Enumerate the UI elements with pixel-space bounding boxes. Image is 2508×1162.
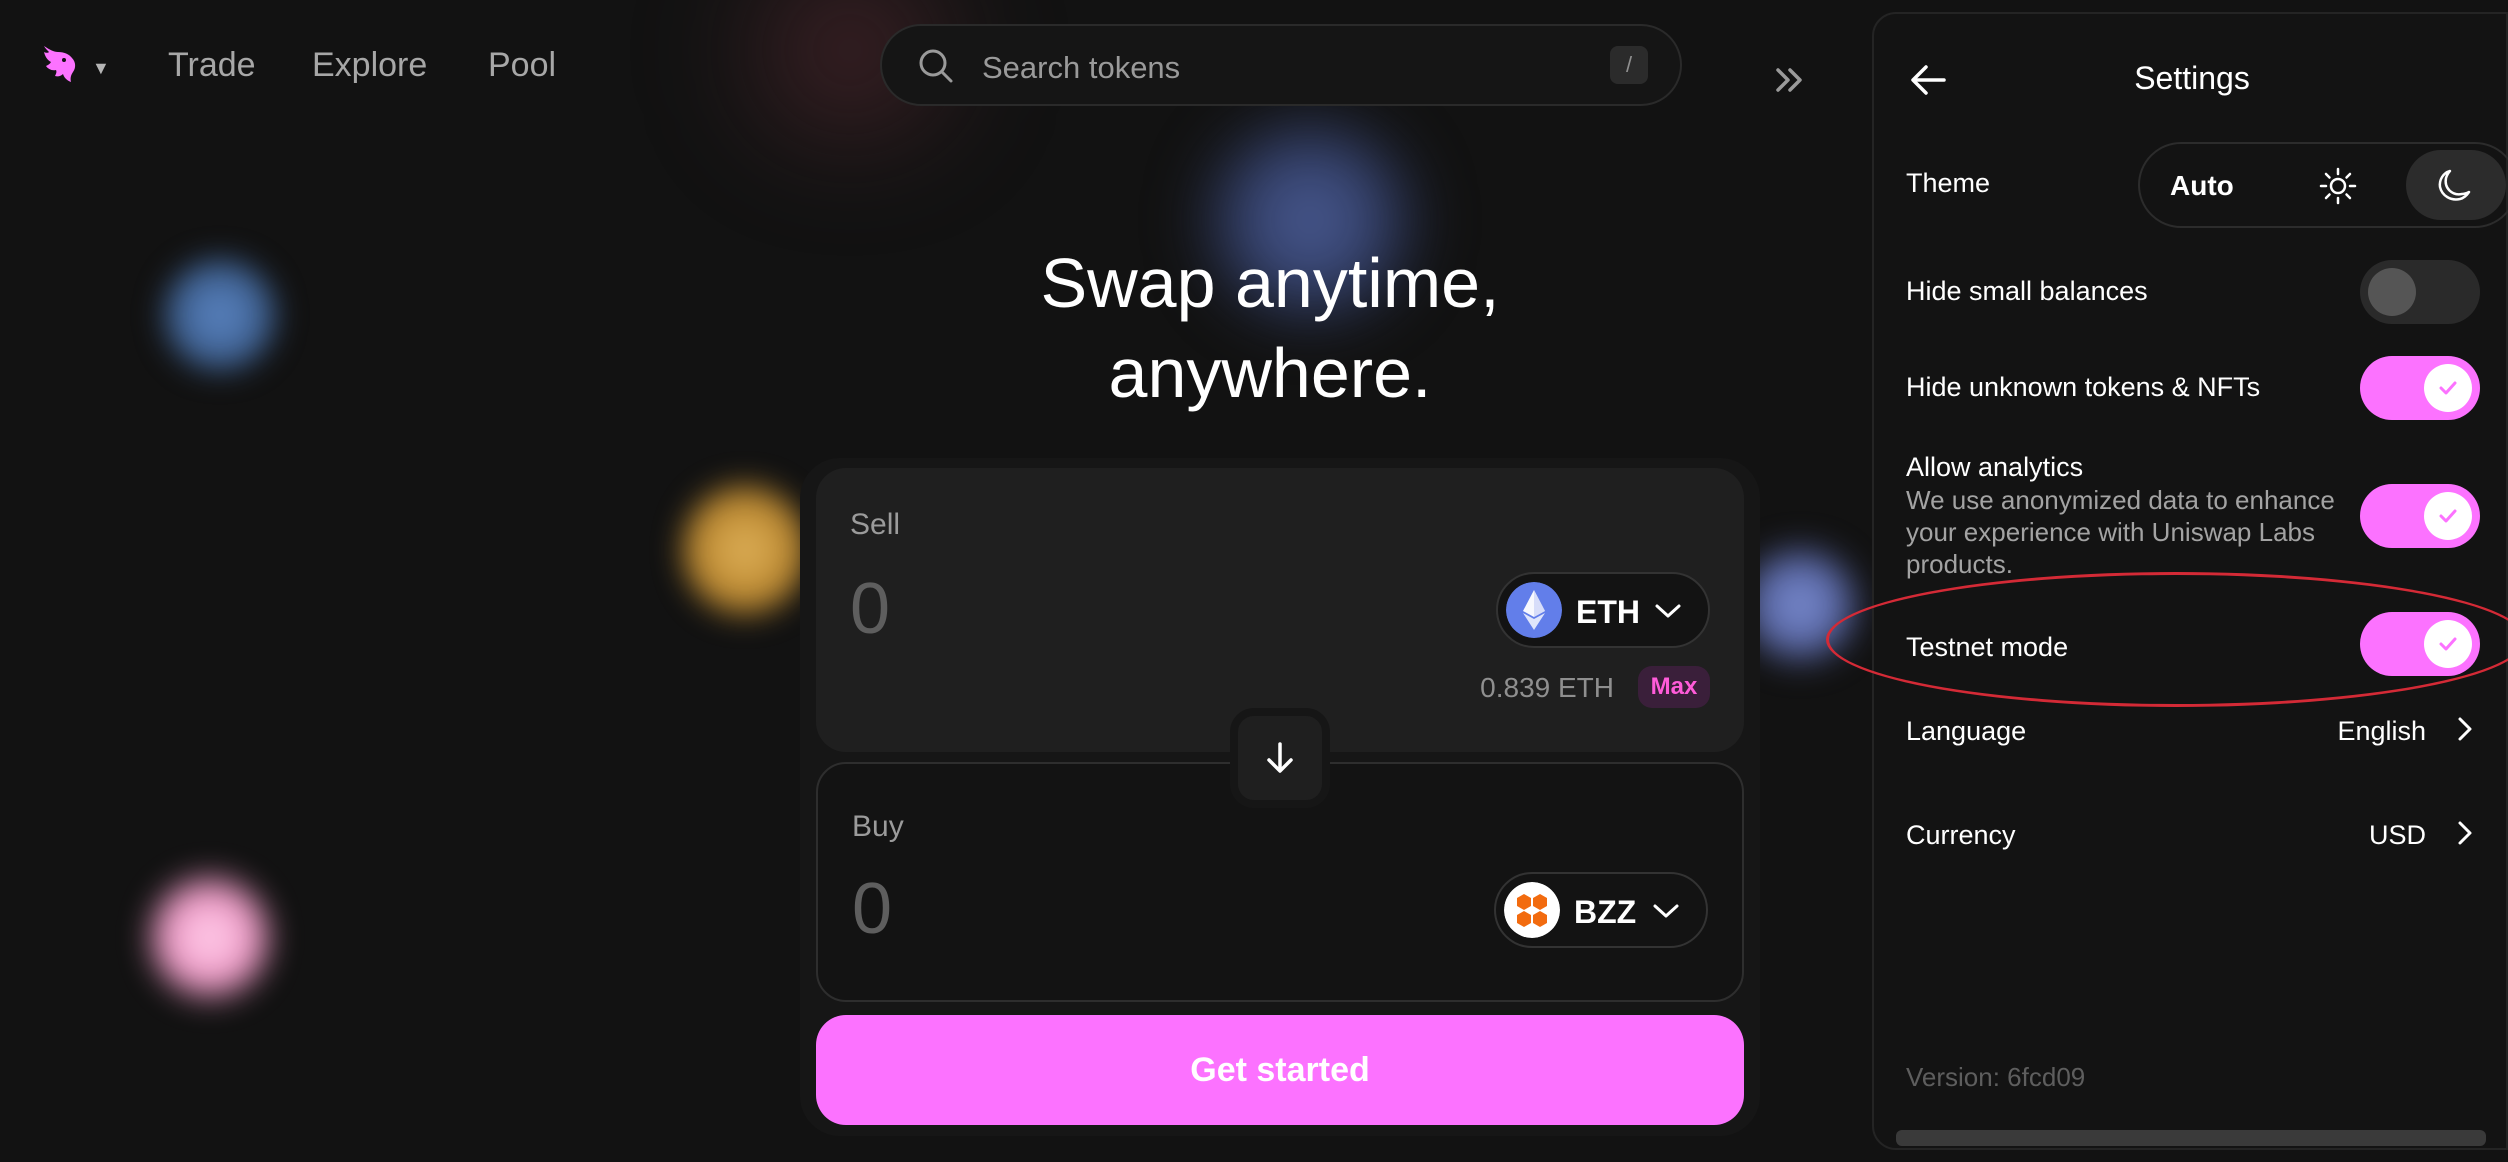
nav-link-trade[interactable]: Trade bbox=[168, 46, 256, 85]
version-label: Version: 6fcd09 bbox=[1906, 1062, 2086, 1092]
currency-value[interactable]: USD bbox=[2369, 820, 2426, 851]
buy-label: Buy bbox=[852, 810, 904, 843]
search-bar[interactable]: Search tokens / bbox=[880, 24, 1682, 106]
allow-analytics-toggle[interactable] bbox=[2360, 484, 2480, 548]
hide-unknown-tokens-label: Hide unknown tokens & NFTs bbox=[1906, 372, 2261, 402]
hide-small-balances-toggle[interactable] bbox=[2360, 260, 2480, 324]
theme-label: Theme bbox=[1906, 168, 1991, 198]
background-blob bbox=[160, 255, 280, 375]
chevron-down-icon bbox=[1653, 904, 1679, 918]
language-value[interactable]: English bbox=[2337, 716, 2426, 747]
allow-analytics-description: We use anonymized data to enhance your e… bbox=[1906, 485, 2335, 579]
moon-icon bbox=[2438, 169, 2471, 201]
buy-token-selector[interactable]: BZZ bbox=[1494, 872, 1708, 948]
language-label: Language bbox=[1906, 716, 2027, 746]
toggle-knob bbox=[2368, 268, 2416, 316]
chevron-right-icon[interactable] bbox=[2454, 714, 2476, 744]
app-page: ▼ Trade Explore Pool Search tokens / Swa… bbox=[0, 0, 2508, 1162]
toggle-knob bbox=[2424, 364, 2472, 412]
max-button[interactable]: Max bbox=[1638, 666, 1710, 708]
sell-token-symbol: ETH bbox=[1576, 594, 1640, 630]
top-nav: ▼ Trade Explore Pool Search tokens / bbox=[0, 0, 1880, 130]
search-icon bbox=[919, 49, 953, 83]
hero-line-1: Swap anytime, bbox=[1040, 244, 1500, 322]
theme-option-auto[interactable]: Auto bbox=[2170, 170, 2234, 202]
hide-unknown-tokens-toggle[interactable] bbox=[2360, 356, 2480, 420]
theme-segmented-control: Auto bbox=[2138, 142, 2508, 228]
arrow-down-icon bbox=[1267, 742, 1293, 773]
theme-option-dark[interactable] bbox=[2406, 150, 2506, 220]
toggle-knob bbox=[2424, 492, 2472, 540]
chevron-right-icon[interactable] bbox=[2454, 818, 2476, 848]
sell-balance: 0.839 ETH bbox=[1480, 672, 1614, 703]
sell-label: Sell bbox=[850, 508, 901, 541]
uniswap-logo-icon[interactable] bbox=[36, 40, 82, 86]
buy-amount-input[interactable]: 0 bbox=[852, 868, 892, 950]
allow-analytics-label: Allow analytics bbox=[1906, 452, 2084, 482]
sun-icon[interactable] bbox=[2318, 166, 2358, 206]
annotation-ellipse bbox=[1826, 572, 2508, 707]
get-started-button[interactable]: Get started bbox=[816, 1015, 1744, 1125]
search-shortcut-key: / bbox=[1610, 46, 1648, 84]
nav-link-explore[interactable]: Explore bbox=[312, 46, 427, 85]
chevron-down-icon bbox=[1655, 604, 1681, 618]
check-icon bbox=[2439, 509, 2457, 523]
bzz-token-icon bbox=[1504, 882, 1560, 938]
buy-token-symbol: BZZ bbox=[1574, 894, 1637, 930]
hero-heading: Swap anytime, anywhere. bbox=[920, 238, 1620, 418]
caret-down-icon[interactable]: ▼ bbox=[92, 58, 110, 79]
nav-link-pool[interactable]: Pool bbox=[488, 46, 556, 85]
horizontal-scrollbar[interactable] bbox=[1896, 1130, 2486, 1146]
switch-tokens-button[interactable] bbox=[1230, 708, 1330, 808]
double-chevron-right-icon[interactable] bbox=[1770, 60, 1810, 100]
sell-token-selector[interactable]: ETH bbox=[1496, 572, 1710, 648]
sell-amount-input[interactable]: 0 bbox=[850, 568, 890, 650]
eth-token-icon bbox=[1506, 582, 1562, 638]
settings-title: Settings bbox=[2134, 60, 2250, 96]
search-input[interactable]: Search tokens bbox=[982, 50, 1180, 86]
background-blob bbox=[680, 480, 810, 620]
currency-label: Currency bbox=[1906, 820, 2016, 850]
background-blob bbox=[145, 870, 275, 1005]
hero-line-2: anywhere. bbox=[1108, 334, 1432, 412]
hide-small-balances-label: Hide small balances bbox=[1906, 276, 2148, 306]
check-icon bbox=[2439, 381, 2457, 395]
